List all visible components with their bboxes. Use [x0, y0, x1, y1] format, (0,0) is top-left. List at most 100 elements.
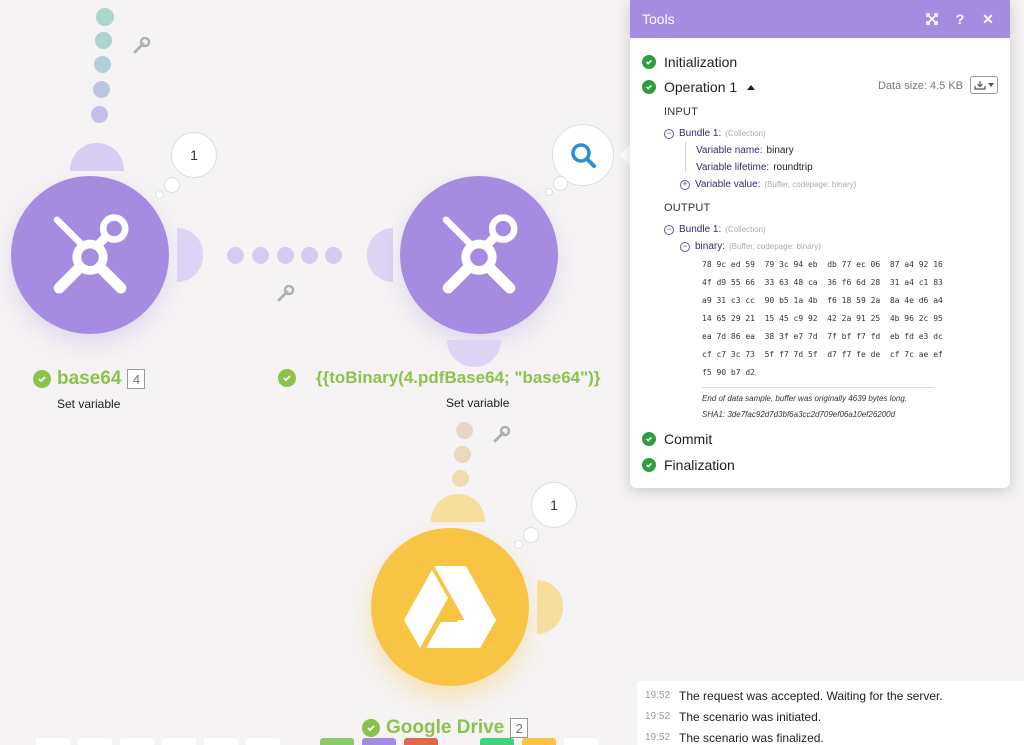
step-label: Initialization: [664, 54, 738, 70]
bubble-tail: [514, 540, 523, 549]
variable-lifetime-row: Variable lifetime: roundtrip: [696, 162, 813, 173]
collapse-icon[interactable]: −: [664, 128, 674, 139]
toolbar-button[interactable]: [480, 738, 514, 745]
panel-header: Tools ? ✕: [630, 0, 1010, 38]
toolbar-button[interactable]: [120, 738, 154, 745]
expand-icon[interactable]: +: [680, 179, 690, 190]
module-id-badge: 4: [127, 369, 146, 389]
hex-row: ea 7d 86 ea 38 3f e7 7d 7f bf f7 fd eb f…: [702, 332, 943, 341]
toolbar-button[interactable]: [320, 738, 354, 745]
variable-value-row[interactable]: + Variable value: (Buffer, codepage: bin…: [680, 179, 856, 190]
toolbar-button[interactable]: [204, 738, 238, 745]
tree-meta: (Buffer, codepage: binary): [729, 242, 821, 251]
bubble-count: 1: [550, 497, 558, 513]
wrench-icon[interactable]: [132, 35, 152, 55]
data-size: Data size: 4.5 KB: [878, 80, 963, 92]
base64-title: base64 4: [33, 368, 146, 390]
variable-name-row: Variable name: binary: [696, 145, 794, 156]
log-text: The scenario was initiated.: [679, 710, 822, 724]
tobinary-bottom-ear: [447, 340, 501, 367]
step-operation[interactable]: Operation 1: [642, 79, 756, 95]
google-drive-module[interactable]: [371, 528, 529, 686]
base64-module[interactable]: [11, 176, 169, 334]
connection-dot: [301, 247, 318, 264]
download-button[interactable]: [970, 76, 998, 94]
toolbar-button[interactable]: [522, 738, 556, 745]
close-icon[interactable]: ✕: [978, 9, 998, 29]
toolbar-button[interactable]: [362, 738, 396, 745]
check-icon: [642, 55, 656, 69]
binary-row[interactable]: − binary: (Buffer, codepage: binary): [680, 241, 821, 252]
check-icon: [642, 80, 656, 94]
module-id-badge: 2: [510, 718, 529, 738]
connection-dot: [454, 446, 471, 463]
connection-dot: [96, 8, 114, 26]
bubble-tail: [164, 177, 180, 193]
bubble-tail: [545, 188, 553, 196]
tree-key: Bundle 1:: [679, 128, 722, 139]
hex-row: cf c7 3c 73 5f f7 7d 5f d7 f7 fe de cf 7…: [702, 350, 943, 359]
caret-up-icon: [747, 84, 756, 90]
log-text: The request was accepted. Waiting for th…: [679, 689, 943, 703]
toolbar-button[interactable]: [246, 738, 280, 745]
tree-meta: (Collection): [725, 129, 766, 138]
step-initialization[interactable]: Initialization: [642, 54, 737, 70]
chevron-down-icon: [988, 83, 994, 87]
toolbar-button[interactable]: [564, 738, 598, 745]
execution-log[interactable]: 19:52 The request was accepted. Waiting …: [637, 681, 1024, 745]
base64-right-ear: [177, 228, 203, 282]
tree-key: binary:: [695, 241, 726, 252]
toolbar-button[interactable]: [404, 738, 438, 745]
tree-meta: (Collection): [725, 225, 766, 234]
collapse-icon[interactable]: −: [664, 224, 674, 235]
gdrive-top-ear: [431, 494, 485, 522]
wrench-icon[interactable]: [276, 283, 296, 303]
tools-icon: [442, 214, 518, 294]
hex-row: 4f d9 55 66 33 63 48 ca 36 f6 6d 28 31 a…: [702, 278, 943, 287]
output-bundle[interactable]: − Bundle 1: (Collection): [664, 224, 766, 235]
panel-pointer: [620, 145, 630, 165]
expand-icon[interactable]: [922, 9, 942, 29]
check-icon: [362, 719, 380, 737]
divider: [702, 387, 934, 388]
connection-dot: [91, 106, 108, 123]
input-bundle[interactable]: − Bundle 1: (Collection): [664, 128, 766, 139]
toolbar-button[interactable]: [162, 738, 196, 745]
tree-line: [685, 142, 686, 172]
panel-title: Tools: [642, 11, 675, 27]
wrench-icon[interactable]: [492, 424, 512, 444]
connection-dot: [452, 470, 469, 487]
tools-panel: Tools ? ✕ Initialization Operation 1 Dat…: [630, 0, 1010, 488]
hex-row: 14 65 29 21 15 45 c9 92 42 2a 91 25 4b 9…: [702, 314, 943, 323]
gdrive-right-ear: [537, 580, 563, 634]
input-label: INPUT: [664, 106, 698, 118]
step-finalization[interactable]: Finalization: [642, 457, 735, 473]
tree-key: Variable lifetime:: [696, 162, 770, 173]
hex-row: 78 9c ed 59 79 3c 94 eb db 77 ec 06 87 a…: [702, 260, 943, 269]
tobinary-title: {{toBinary(4.pdfBase64; "base64")}: [278, 368, 600, 388]
end-of-sample-note: End of data sample, buffer was originall…: [702, 394, 908, 403]
base64-top-ear: [70, 143, 124, 171]
connection-dot: [93, 81, 110, 98]
operations-count-bubble: 1: [171, 132, 217, 178]
tree-key: Variable value:: [695, 179, 761, 190]
check-icon: [642, 432, 656, 446]
tree-value: binary: [766, 145, 794, 156]
connection-dot: [94, 56, 111, 73]
collapse-icon[interactable]: −: [680, 241, 690, 252]
bubble-tail: [523, 527, 539, 543]
set-variable-module[interactable]: [400, 176, 558, 334]
help-icon[interactable]: ?: [950, 9, 970, 29]
sha1-note: SHA1: 3de7fac92d7d3bf6a3cc2d709ef06a10ef…: [702, 410, 896, 419]
tobinary-subtitle: Set variable: [446, 396, 510, 410]
log-time: 19:52: [645, 711, 671, 722]
toolbar-button[interactable]: [36, 738, 70, 745]
step-commit[interactable]: Commit: [642, 431, 712, 447]
log-time: 19:52: [645, 732, 671, 743]
google-drive-icon: [404, 566, 496, 648]
check-icon: [642, 458, 656, 472]
log-text: The scenario was finalized.: [679, 731, 824, 745]
tree-key: Variable name:: [696, 145, 763, 156]
module-name: base64: [57, 368, 122, 389]
toolbar-button[interactable]: [78, 738, 112, 745]
